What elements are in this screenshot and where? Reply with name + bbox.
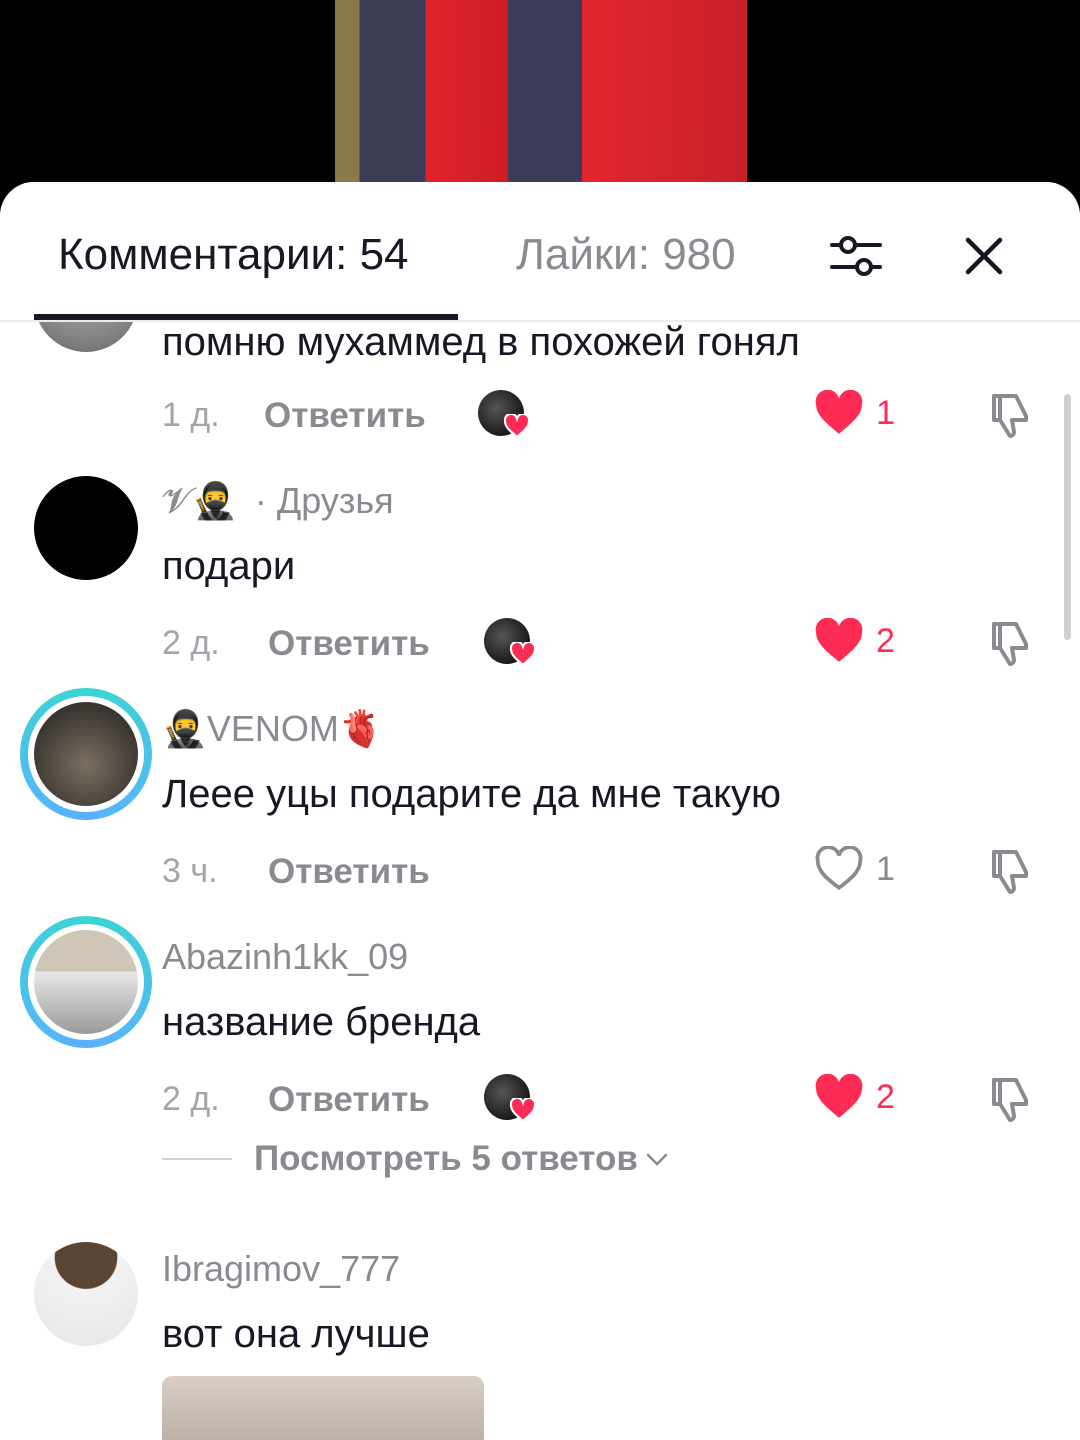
comment-text: название бренда <box>162 1000 481 1044</box>
avatar <box>34 702 138 806</box>
chevron-down-icon <box>646 1153 668 1166</box>
reply-button[interactable]: Ответить <box>268 1080 430 1120</box>
like-count: 1 <box>876 393 895 432</box>
tab-underline <box>34 314 458 320</box>
heart-badge-icon <box>510 642 536 666</box>
creator-liked-avatar <box>484 618 536 670</box>
comment-text: подари <box>162 544 296 588</box>
avatar-story-ring[interactable] <box>20 688 152 820</box>
avatar-story-ring[interactable] <box>20 916 152 1048</box>
comment-username[interactable]: 🥷VENOM🫀 <box>162 708 384 750</box>
sliders-icon[interactable] <box>826 226 886 286</box>
reply-button[interactable]: Ответить <box>268 624 430 664</box>
creator-liked-avatar <box>478 390 530 442</box>
comments-sheet: Комментарии: 54 Лайки: 980 помню мухамме… <box>0 182 1080 1440</box>
comment-time: 2 д. <box>162 624 220 662</box>
heart-outline-icon <box>815 846 863 891</box>
comment-text: помню мухаммед в похожей гонял <box>162 320 800 364</box>
comment-actions: 1 д. Ответить 1 <box>0 386 1080 446</box>
comment-actions: 3 ч. Ответить 1 <box>0 842 1080 902</box>
like-count: 2 <box>876 1077 895 1116</box>
reply-button[interactable]: Ответить <box>268 852 430 892</box>
like-count: 2 <box>876 621 895 660</box>
avatar[interactable] <box>34 476 138 580</box>
comment-username[interactable]: 𝓥🥷 · Друзья <box>162 480 394 523</box>
avatar <box>34 930 138 1034</box>
like-button[interactable]: 1 <box>814 846 895 892</box>
comment-time: 3 ч. <box>162 852 218 890</box>
dislike-icon[interactable] <box>984 390 1036 447</box>
comment-time: 1 д. <box>162 396 220 434</box>
close-icon[interactable] <box>954 226 1014 286</box>
friends-tag: · Друзья <box>254 480 394 521</box>
reply-button[interactable]: Ответить <box>264 396 426 436</box>
like-button[interactable]: 2 <box>814 618 895 664</box>
heart-filled-icon <box>815 1074 863 1118</box>
like-button[interactable]: 2 <box>814 1074 895 1120</box>
comment-actions: 2 д. Ответить 2 <box>0 1070 1080 1130</box>
tab-bar: Комментарии: 54 Лайки: 980 <box>0 182 1080 322</box>
view-replies-label: Посмотреть 5 ответов <box>254 1139 638 1178</box>
comment-username[interactable]: Abazinh1kk_09 <box>162 936 408 978</box>
like-count: 1 <box>876 849 895 888</box>
comment-text: Лeee уцы подарите да мне такую <box>162 772 782 816</box>
dislike-icon[interactable] <box>984 846 1036 903</box>
comment-time: 2 д. <box>162 1080 220 1118</box>
heart-badge-icon <box>510 1098 536 1122</box>
heart-badge-icon <box>504 414 530 438</box>
attached-image[interactable] <box>162 1376 484 1440</box>
tab-comments[interactable]: Комментарии: 54 <box>58 230 409 280</box>
comment-username[interactable]: Ibragimov_777 <box>162 1248 400 1290</box>
divider <box>162 1158 232 1160</box>
comment-text: вот она лучше <box>162 1312 430 1356</box>
dislike-icon[interactable] <box>984 1074 1036 1131</box>
tab-likes[interactable]: Лайки: 980 <box>516 230 736 280</box>
like-button[interactable]: 1 <box>814 390 895 436</box>
creator-liked-avatar <box>484 1074 536 1126</box>
comment-actions: 2 д. Ответить 2 <box>0 614 1080 674</box>
avatar[interactable] <box>34 1242 138 1346</box>
heart-filled-icon <box>815 390 863 434</box>
heart-filled-icon <box>815 618 863 662</box>
view-replies-button[interactable]: Посмотреть 5 ответов <box>162 1134 670 1184</box>
dislike-icon[interactable] <box>984 618 1036 675</box>
